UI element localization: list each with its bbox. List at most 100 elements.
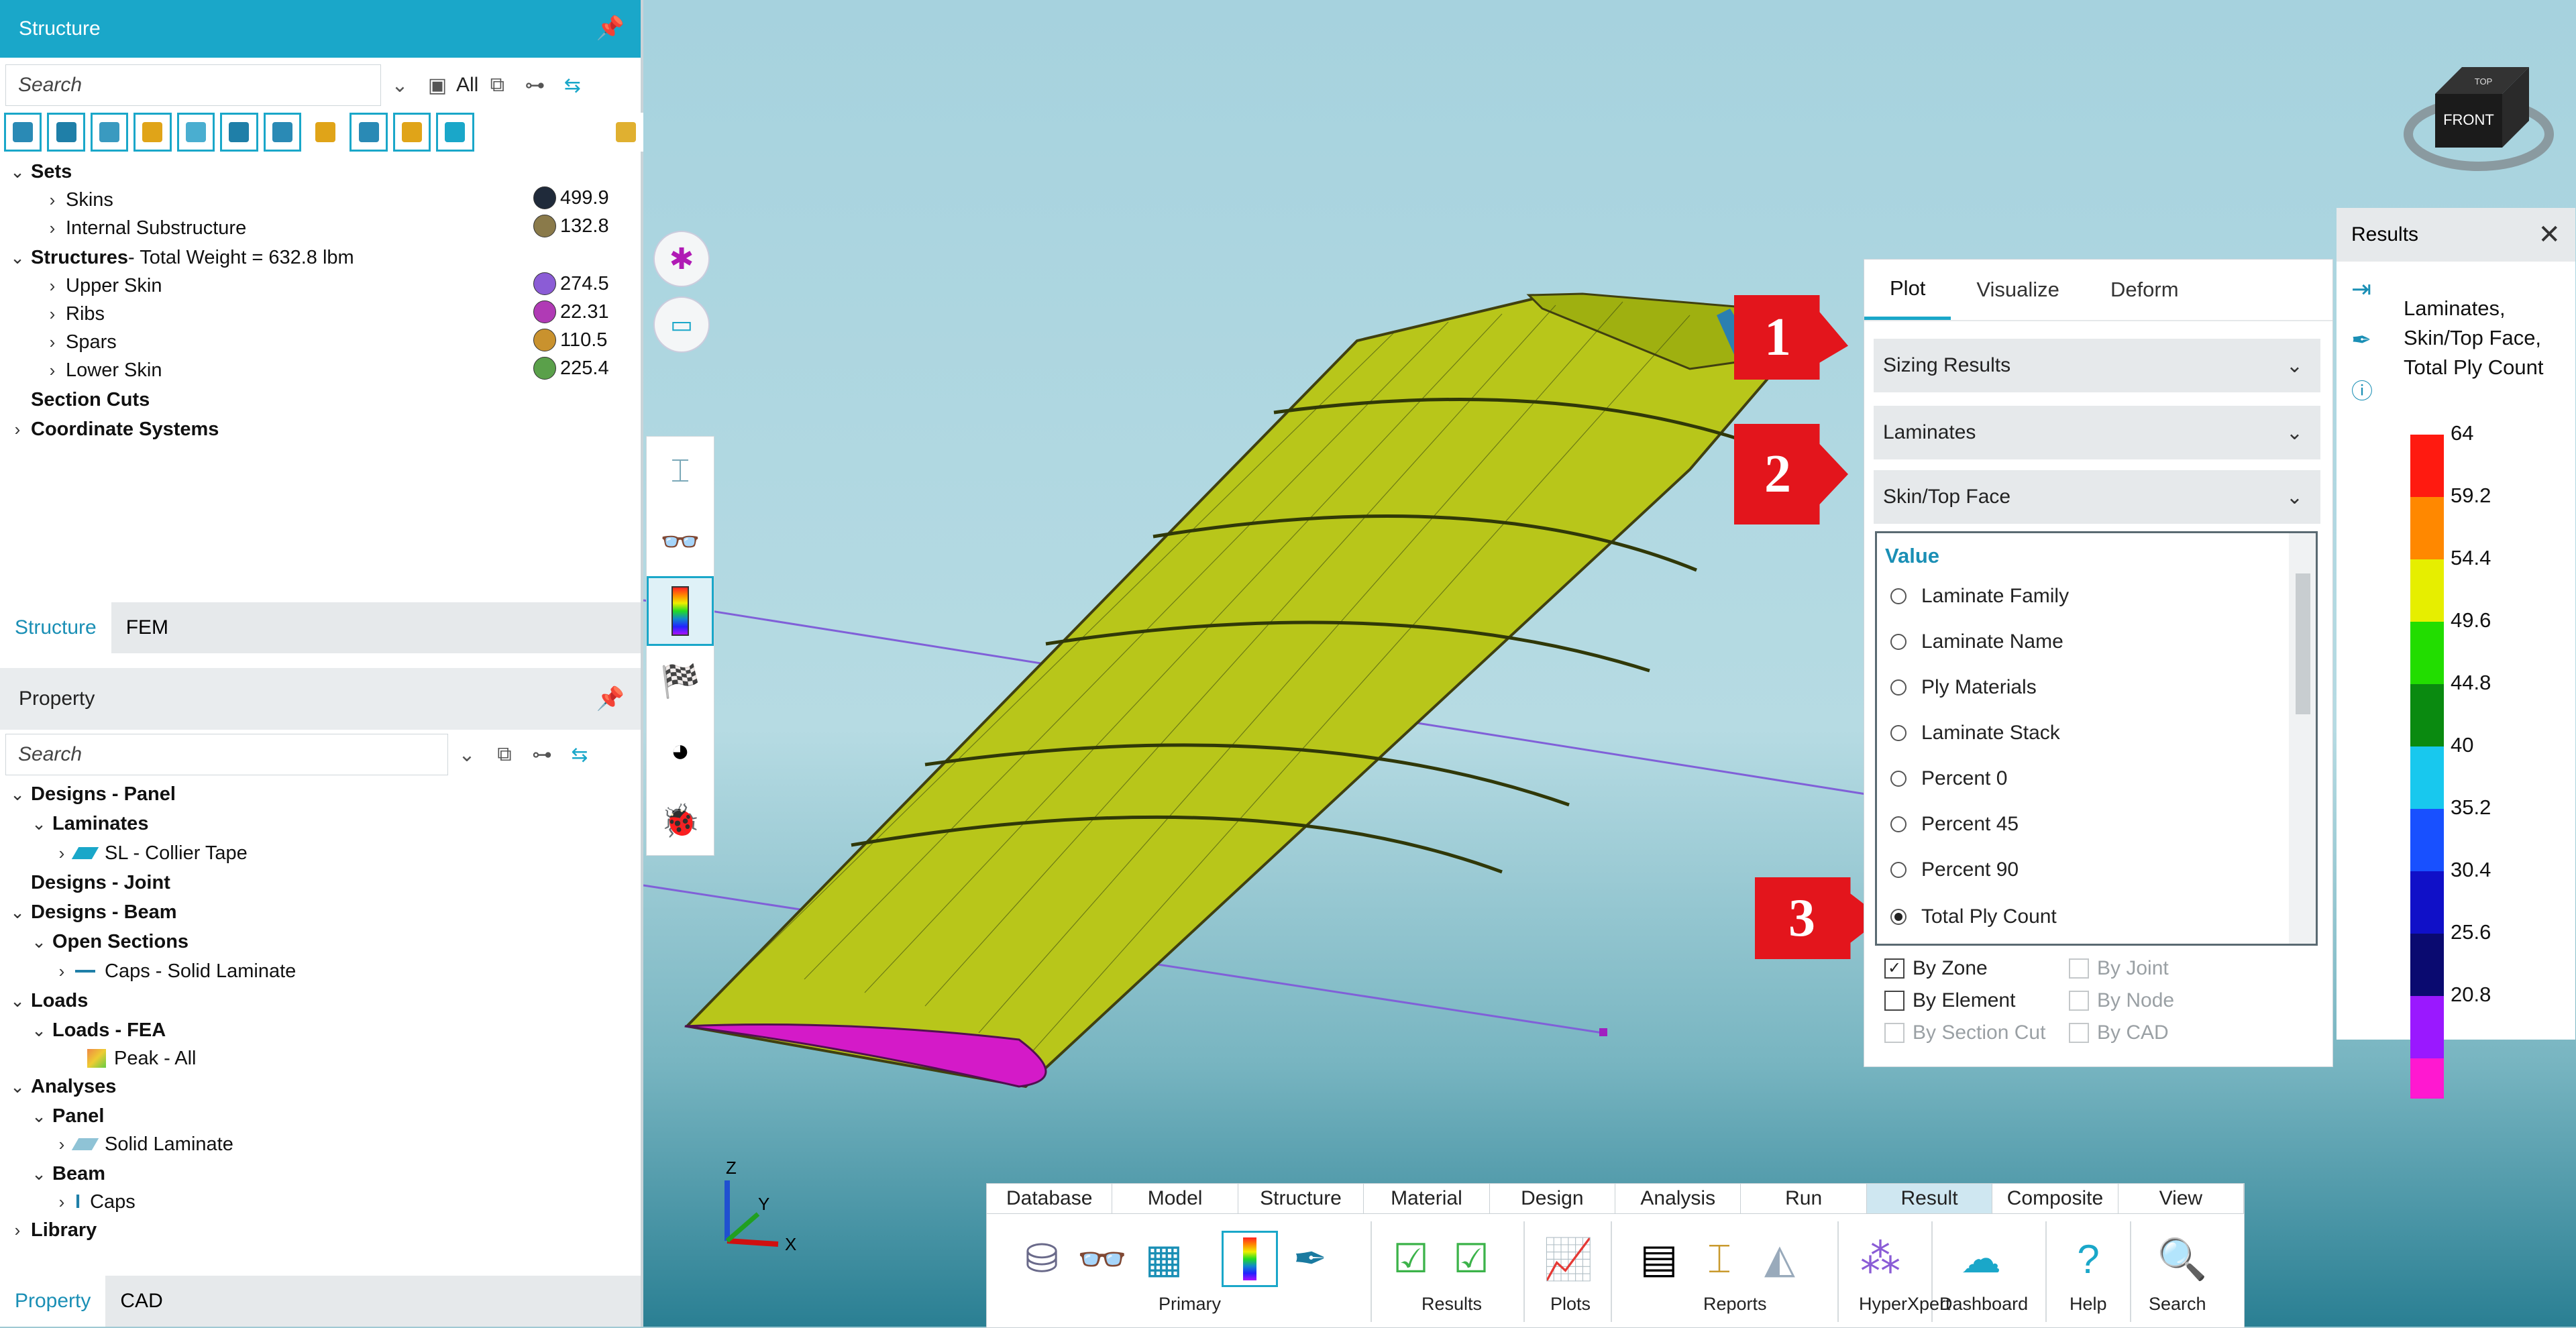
tree-item-laminates[interactable]: ⌄ Laminates bbox=[31, 810, 148, 837]
option-percent-0[interactable]: Percent 0 bbox=[1890, 759, 2007, 799]
option-percent-45[interactable]: Percent 45 bbox=[1890, 804, 2019, 844]
dashboard-cloud-icon[interactable]: ☁ bbox=[1953, 1231, 2009, 1287]
collapse-icon[interactable]: ⧉ bbox=[478, 66, 516, 104]
tree-item-sl-collier-tape[interactable]: › SL - Collier Tape bbox=[54, 840, 248, 867]
tab-model[interactable]: Model bbox=[1112, 1184, 1238, 1213]
option-laminate-name[interactable]: Laminate Name bbox=[1890, 622, 2063, 662]
color-swatch[interactable] bbox=[533, 215, 556, 237]
results-check-icon[interactable]: ☑ bbox=[1383, 1231, 1439, 1287]
help-icon[interactable]: ? bbox=[2060, 1231, 2116, 1287]
panel-tool-icon[interactable] bbox=[90, 113, 129, 152]
tree-item-analyses[interactable]: ⌄ Analyses bbox=[9, 1073, 116, 1100]
surface-report-icon[interactable]: ◭ bbox=[1752, 1231, 1808, 1287]
tree-icon[interactable]: ⊶ bbox=[523, 736, 561, 773]
tree-item-loads-fea[interactable]: ⌄ Loads - FEA bbox=[31, 1017, 166, 1044]
radio-button[interactable] bbox=[1890, 588, 1907, 604]
tree-item-upper-skin[interactable]: › Upper Skin bbox=[44, 272, 162, 299]
bug-icon[interactable]: 🐞 bbox=[647, 785, 714, 855]
option-laminate-stack[interactable]: Laminate Stack bbox=[1890, 713, 2060, 753]
tree-item-coordinate-systems[interactable]: › Coordinate Systems bbox=[9, 416, 219, 443]
by-zone-checkbox[interactable]: ✓ By Zone bbox=[1884, 957, 1988, 980]
tree-item-lower-skin[interactable]: › Lower Skin bbox=[44, 357, 162, 384]
tree-item-internal-substructure[interactable]: › Internal Substructure bbox=[44, 215, 247, 241]
glasses-icon[interactable]: 👓 bbox=[647, 506, 714, 576]
tree-item-ribs[interactable]: › Ribs bbox=[44, 300, 105, 327]
tab-composite[interactable]: Composite bbox=[1992, 1184, 2118, 1213]
radio-button[interactable] bbox=[1890, 862, 1907, 878]
tree-item-library[interactable]: › Library bbox=[9, 1217, 97, 1243]
box-tool-icon[interactable] bbox=[263, 113, 301, 152]
pin-icon[interactable]: 📌 bbox=[596, 15, 625, 42]
database-settings-icon[interactable]: ⛁ bbox=[1014, 1231, 1070, 1287]
tab-view[interactable]: View bbox=[2118, 1184, 2245, 1213]
solid-tool-icon[interactable] bbox=[47, 113, 85, 152]
tree-item-spars[interactable]: › Spars bbox=[44, 329, 117, 355]
pin-icon[interactable]: 📌 bbox=[596, 685, 625, 712]
heatmap-report-icon[interactable]: ▤ bbox=[1631, 1231, 1687, 1287]
tab-material[interactable]: Material bbox=[1364, 1184, 1490, 1213]
color-swatch[interactable] bbox=[533, 272, 556, 295]
search-icon[interactable]: 🔍 bbox=[2154, 1231, 2210, 1287]
radio-button[interactable] bbox=[1890, 771, 1907, 787]
axes-tool-icon[interactable] bbox=[436, 113, 474, 152]
radio-button[interactable] bbox=[1890, 725, 1907, 741]
tree-item-skins[interactable]: › Skins bbox=[44, 186, 113, 213]
color-swatch[interactable] bbox=[533, 357, 556, 380]
checkbox-checked[interactable]: ✓ bbox=[1884, 958, 1904, 979]
tree-item-designs-beam[interactable]: ⌄ Designs - Beam bbox=[9, 899, 176, 926]
radio-button-selected[interactable] bbox=[1890, 909, 1907, 925]
line-plot-icon[interactable]: 📈 bbox=[1540, 1231, 1597, 1287]
laminates-dropdown[interactable]: Laminates ⌄ bbox=[1874, 406, 2320, 459]
property-search-input[interactable]: Search bbox=[5, 734, 448, 775]
view-cube[interactable]: FRONT TOP bbox=[2402, 54, 2556, 181]
close-icon[interactable]: ✕ bbox=[2538, 219, 2561, 250]
beam-play-icon[interactable]: ⌶ bbox=[647, 437, 714, 506]
tab-structure[interactable]: Structure bbox=[1238, 1184, 1364, 1213]
filter-label[interactable]: All bbox=[456, 66, 478, 104]
cube-filter-icon[interactable]: ▣ bbox=[419, 66, 456, 104]
color-swatch[interactable] bbox=[533, 329, 556, 351]
plate-tool-icon[interactable] bbox=[176, 113, 215, 152]
results-compare-icon[interactable]: ☑ bbox=[1443, 1231, 1499, 1287]
tab-deform[interactable]: Deform bbox=[2085, 260, 2204, 320]
collapse-icon[interactable]: ⧉ bbox=[486, 736, 523, 773]
sync-icon[interactable]: ⇆ bbox=[553, 66, 591, 104]
tree-item-structures[interactable]: ⌄ Structures - Total Weight = 632.8 lbm bbox=[9, 244, 354, 271]
tab-visualize[interactable]: Visualize bbox=[1951, 260, 2085, 320]
option-total-ply-count[interactable]: Total Ply Count bbox=[1890, 897, 2057, 937]
tab-design[interactable]: Design bbox=[1490, 1184, 1616, 1213]
tree-item-panel[interactable]: ⌄ Panel bbox=[31, 1103, 104, 1129]
tab-cad[interactable]: CAD bbox=[105, 1276, 177, 1327]
beam-tool-icon[interactable] bbox=[220, 113, 258, 152]
scrollbar[interactable] bbox=[2289, 533, 2316, 944]
radio-button[interactable] bbox=[1890, 679, 1907, 696]
import-icon[interactable]: ⇥ bbox=[2351, 275, 2371, 303]
tree-item-caps-solid-laminate[interactable]: › Caps - Solid Laminate bbox=[54, 958, 297, 985]
chevron-down-icon[interactable]: ⌄ bbox=[448, 736, 486, 773]
report-window-icon[interactable]: ▦ bbox=[1136, 1231, 1192, 1287]
scrollbar-thumb[interactable] bbox=[2296, 573, 2310, 714]
nodes-tool-icon[interactable] bbox=[4, 113, 42, 152]
hyperxpert-icon[interactable]: ⁂ bbox=[1852, 1231, 1909, 1287]
tab-property[interactable]: Property bbox=[0, 1276, 106, 1327]
tab-run[interactable]: Run bbox=[1741, 1184, 1867, 1213]
tree-item-sets[interactable]: ⌄ Sets bbox=[9, 158, 72, 185]
tree-item-open-sections[interactable]: ⌄ Open Sections bbox=[31, 928, 189, 955]
tab-plot[interactable]: Plot bbox=[1864, 260, 1951, 320]
tree-item-loads[interactable]: ⌄ Loads bbox=[9, 987, 88, 1014]
color-bar-icon[interactable] bbox=[1222, 1231, 1278, 1287]
radio-button[interactable] bbox=[1890, 816, 1907, 832]
tree-icon[interactable]: ⊶ bbox=[516, 66, 553, 104]
option-ply-materials[interactable]: Ply Materials bbox=[1890, 667, 2037, 708]
checkbox[interactable] bbox=[1884, 991, 1904, 1011]
color-bar-icon[interactable] bbox=[647, 576, 714, 646]
option-percent-90[interactable]: Percent 90 bbox=[1890, 850, 2019, 890]
donut-chart-icon[interactable]: ◕ bbox=[647, 716, 714, 785]
beam-report-icon[interactable]: ⌶ bbox=[1691, 1231, 1748, 1287]
checkered-flag-icon[interactable]: 🏁 bbox=[647, 646, 714, 716]
color-swatch[interactable] bbox=[533, 300, 556, 323]
sizing-results-dropdown[interactable]: Sizing Results ⌄ bbox=[1874, 339, 2320, 392]
info-icon[interactable]: ⓘ bbox=[2351, 374, 2373, 405]
tree-item-designs-joint[interactable]: Designs - Joint bbox=[31, 869, 170, 896]
tab-result[interactable]: Result bbox=[1866, 1184, 1993, 1213]
